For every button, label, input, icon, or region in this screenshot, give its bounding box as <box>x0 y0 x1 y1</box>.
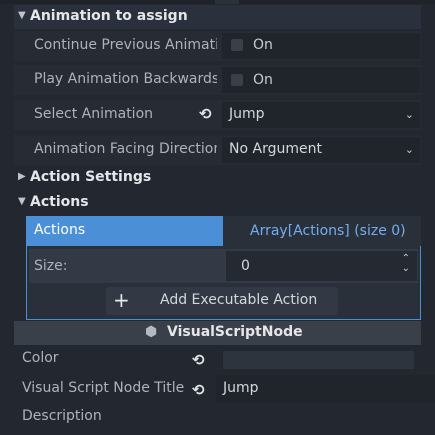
section-action-settings-header[interactable]: ▶ Action Settings <box>14 166 421 190</box>
chevron-down-icon: ▼ <box>18 10 26 21</box>
top-strip-tab <box>215 0 239 4</box>
reset-arrow-icon[interactable]: ⟲ <box>199 105 212 123</box>
reset-arrow-icon[interactable]: ⟲ <box>192 381 205 399</box>
visual-script-node-title-input[interactable]: Jump <box>216 375 435 403</box>
actions-array-button[interactable]: Array[Actions] (size 0) <box>223 216 421 246</box>
array-summary-label: Array[Actions] (size 0) <box>250 223 406 239</box>
reset-arrow-icon[interactable]: ⟲ <box>192 351 205 369</box>
select-animation-label: Select Animation <box>34 106 154 122</box>
chevron-right-icon: ▶ <box>18 171 26 182</box>
chevron-down-icon: ⌄ <box>404 143 414 156</box>
size-value: 0 <box>241 258 250 274</box>
continue-previous-animation-field <box>222 33 420 59</box>
play-animation-backwards-checkbox[interactable] <box>231 74 243 86</box>
continue-previous-animation-on-label: On <box>253 37 273 53</box>
plus-icon: + <box>113 288 130 312</box>
animation-facing-direction-value: No Argument <box>229 141 322 157</box>
visual-script-node-title-label: Visual Script Node Title <box>22 380 185 396</box>
select-animation-value: Jump <box>229 106 265 122</box>
actions-property-label: Actions <box>34 222 86 238</box>
visual-script-node-header: ⬢ VisualScriptNode <box>14 321 421 345</box>
section-title: Animation to assign <box>30 8 188 24</box>
spinner-updown-icon[interactable]: ⌃ ⌄ <box>402 254 410 274</box>
section-animation-to-assign-header[interactable]: ▼ Animation to assign <box>14 5 421 29</box>
visual-script-node-title: VisualScriptNode <box>167 324 303 340</box>
play-animation-backwards-field <box>222 67 420 93</box>
section-title: Action Settings <box>30 169 152 185</box>
add-executable-action-button[interactable]: + Add Executable Action <box>106 287 338 315</box>
continue-previous-animation-label: Continue Previous Animatio <box>34 37 217 53</box>
select-animation-dropdown[interactable]: Jump ⌄ <box>222 102 420 128</box>
color-picker-field[interactable] <box>223 351 414 369</box>
section-actions-header[interactable]: ▼ Actions <box>14 191 421 215</box>
cube-icon: ⬢ <box>145 324 158 340</box>
actions-array-panel: Size: 0 ⌃ ⌄ + Add Executable Action <box>26 246 421 320</box>
description-label: Description <box>22 408 102 424</box>
size-label: Size: <box>34 258 68 274</box>
add-executable-action-label: Add Executable Action <box>160 292 318 308</box>
play-animation-backwards-on-label: On <box>253 72 273 88</box>
color-label: Color <box>22 350 59 366</box>
size-spinbox[interactable]: 0 ⌃ ⌄ <box>226 251 417 281</box>
continue-previous-animation-checkbox[interactable] <box>231 39 243 51</box>
play-animation-backwards-label: Play Animation Backwards <box>34 71 217 87</box>
chevron-down-icon: ⌄ <box>404 108 414 121</box>
section-title: Actions <box>30 194 89 210</box>
chevron-down-icon: ▼ <box>18 196 26 207</box>
animation-facing-direction-label: Animation Facing Direction <box>34 141 217 157</box>
animation-facing-direction-dropdown[interactable]: No Argument ⌄ <box>222 137 420 163</box>
visual-script-node-title-value: Jump <box>223 380 259 396</box>
